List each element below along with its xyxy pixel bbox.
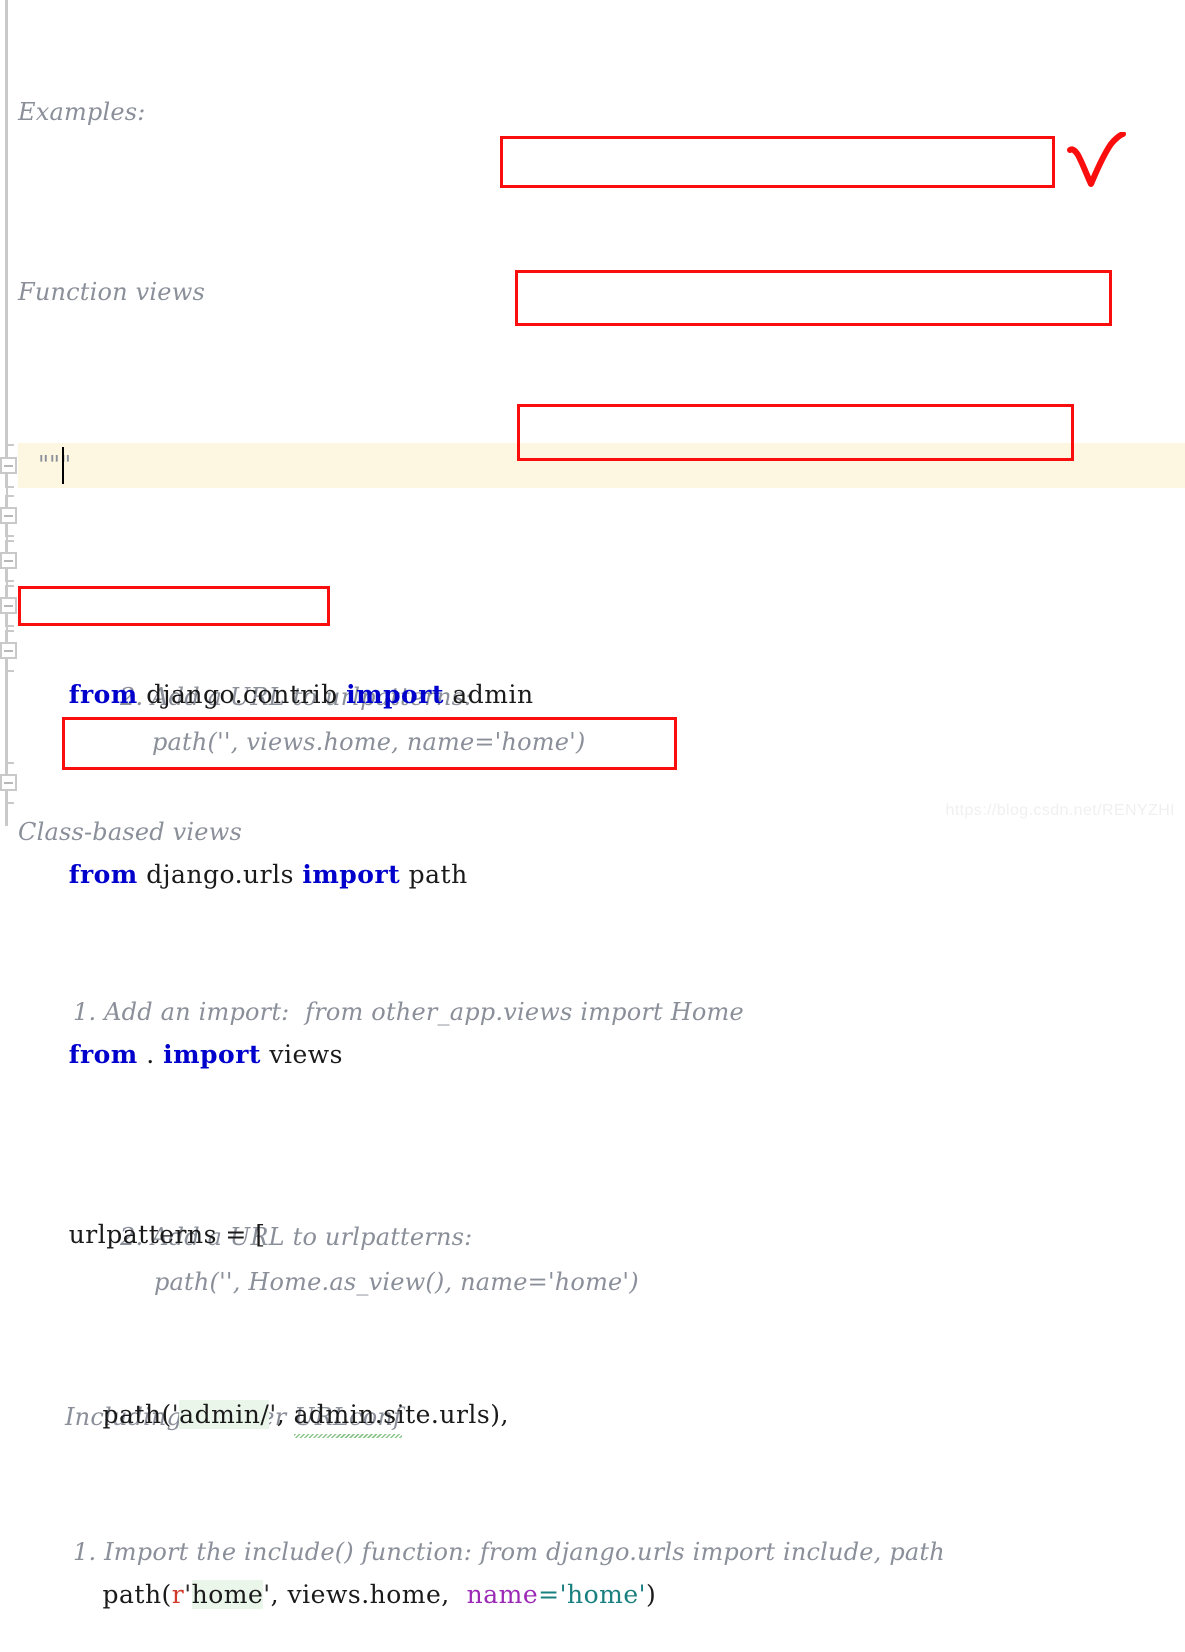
code-line-path-admin: path('admin/', admin.site.urls),	[18, 1347, 1185, 1429]
list-open-bracket: [	[255, 1220, 266, 1249]
text-cursor	[62, 447, 64, 484]
fold-marker-docstring[interactable]	[0, 457, 17, 474]
imported-admin: admin	[443, 680, 534, 709]
call-path-1: path(	[102, 1400, 172, 1429]
indent-1	[69, 1400, 103, 1429]
var-urlpatterns: urlpatterns	[68, 1220, 217, 1249]
code-editor-canvas[interactable]: Examples: Function views 1. Add an impor…	[0, 0, 1185, 1609]
kw-from-3: from	[68, 1040, 138, 1069]
imported-path: path	[400, 860, 468, 889]
site-watermark: https://blog.csdn.net/RENYZHI	[945, 802, 1175, 819]
fold-marker-import-2[interactable]	[0, 552, 17, 569]
indent-2	[69, 1580, 103, 1609]
fold-tail-top	[5, 0, 7, 448]
quote-close-2: '	[263, 1580, 271, 1609]
docstring-closing-quotes: """	[38, 451, 72, 479]
code-line-urlpatterns-open: urlpatterns = [	[18, 1167, 1185, 1249]
raw-string-prefix: r	[171, 1580, 185, 1609]
kwarg-value-home: 'home'	[559, 1580, 647, 1609]
module-django-urls: django.urls	[137, 860, 303, 889]
imported-views: views	[260, 1040, 344, 1069]
quote-close-1: '	[269, 1400, 277, 1429]
doc-line-examples: Examples:	[18, 98, 146, 126]
red-check-mark-icon	[1067, 132, 1126, 187]
python-code-block[interactable]: from django.contrib import admin from dj…	[18, 492, 1185, 1652]
doc-line-function-views: Function views	[18, 278, 205, 306]
call-close-paren: )	[646, 1580, 657, 1609]
kw-import-3: import	[163, 1040, 261, 1069]
args-admin-site-urls: , admin.site.urls),	[276, 1400, 509, 1429]
string-admin-slash: admin/	[179, 1400, 270, 1429]
kw-import-1: import	[346, 680, 444, 709]
string-home: home	[191, 1580, 264, 1609]
call-path-2: path(	[102, 1580, 172, 1609]
kw-from-2: from	[68, 860, 138, 889]
active-line-highlight	[18, 443, 1185, 488]
kwarg-equals: =	[538, 1580, 560, 1609]
kw-from-1: from	[68, 680, 138, 709]
kwarg-name: name	[466, 1580, 539, 1609]
assign-operator: =	[216, 1220, 256, 1249]
code-line-path-home: path(r'home', views.home, name='home')	[18, 1527, 1185, 1609]
code-line-import-views: from . import views	[18, 987, 1185, 1069]
fold-tail-list	[5, 672, 7, 770]
fold-marker-import-3[interactable]	[0, 597, 17, 614]
fold-marker-urlpatterns[interactable]	[0, 642, 17, 659]
editor-gutter[interactable]	[0, 0, 18, 826]
fold-marker-import-1[interactable]	[0, 507, 17, 524]
quote-open-2: '	[184, 1580, 192, 1609]
fold-tail-bottom	[5, 804, 7, 826]
args-views-home: , views.home,	[270, 1580, 467, 1609]
kw-import-2: import	[302, 860, 401, 889]
fold-marker-list-close[interactable]	[0, 774, 17, 791]
code-line-import-admin: from django.contrib import admin	[18, 627, 1185, 709]
module-relative-dot: .	[137, 1040, 164, 1069]
module-django-contrib: django.contrib	[137, 680, 347, 709]
